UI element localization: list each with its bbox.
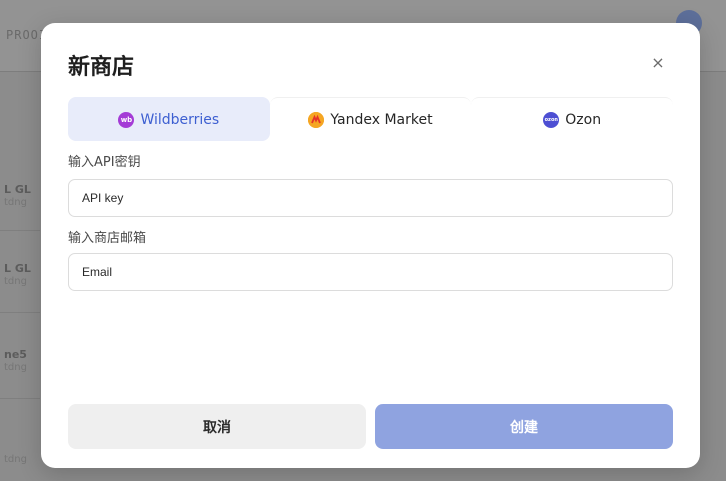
wildberries-icon: wb (118, 111, 135, 128)
background-divider (0, 312, 40, 313)
dialog-title: 新商店 (68, 55, 135, 80)
tab-label: Ozon (565, 111, 602, 128)
marketplace-tabs: wb Wildberries Yandex Market ozon Ozon (68, 97, 674, 141)
background-list-item: L GL tdng (0, 262, 40, 322)
background-list-item: tdng (0, 440, 40, 481)
background-item-name: L GL (4, 262, 31, 275)
yandex-market-icon-glyph (308, 111, 325, 128)
cancel-button[interactable]: 取消 (68, 404, 366, 449)
background-item-name: ne5 (4, 348, 27, 361)
background-divider (0, 230, 40, 231)
background-divider (0, 398, 40, 399)
background-list-item: L GL tdng (0, 183, 40, 243)
ozon-icon: ozon (543, 111, 560, 128)
tab-label: Yandex Market (330, 111, 433, 128)
email-label: 输入商店邮箱 (68, 231, 147, 246)
background-item-name: L GL (4, 183, 31, 196)
create-button[interactable]: 创建 (375, 404, 673, 449)
tab-ozon[interactable]: ozon Ozon (471, 97, 674, 141)
api-key-label: 输入API密钥 (68, 155, 141, 170)
background-item-sub: tdng (4, 454, 27, 465)
api-key-input[interactable] (68, 179, 673, 217)
background-list-item: ne5 tdng (0, 348, 40, 408)
new-store-dialog: 新商店 × wb Wildberries Yandex Market ozon … (41, 23, 700, 468)
tab-label: Wildberries (140, 111, 220, 128)
close-icon[interactable]: × (647, 51, 669, 73)
email-input[interactable] (68, 253, 673, 291)
background-item-sub: tdng (4, 197, 27, 208)
background-item-sub: tdng (4, 276, 27, 287)
background-item-sub: tdng (4, 362, 27, 373)
tab-yandex-market[interactable]: Yandex Market (269, 97, 472, 141)
tab-wildberries[interactable]: wb Wildberries (68, 97, 270, 141)
yandex-market-icon (308, 111, 325, 128)
